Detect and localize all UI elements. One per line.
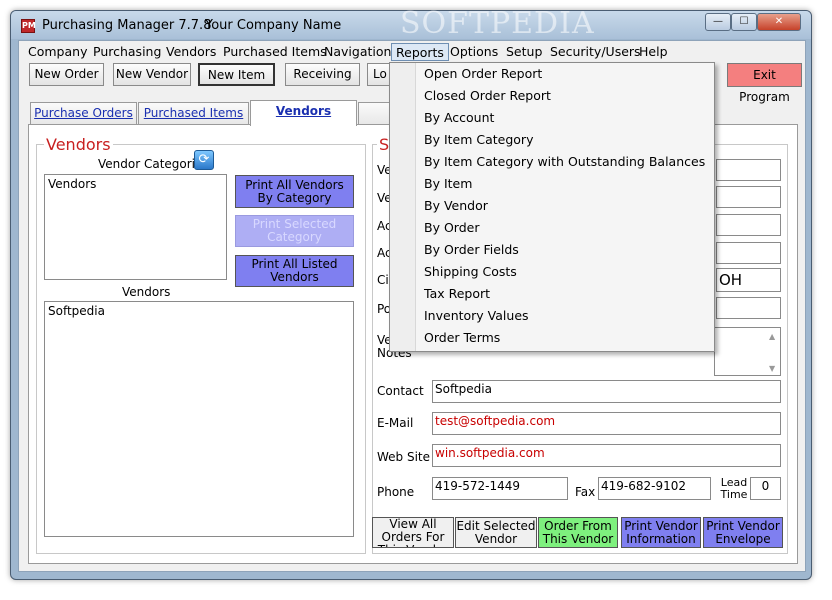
minimize-button[interactable]: — <box>705 13 731 31</box>
menu-security-users[interactable]: Security/Users <box>546 43 645 61</box>
menu-company[interactable]: Company <box>24 43 91 61</box>
vendor-name-field[interactable] <box>716 159 781 181</box>
phone-field[interactable]: 419-572-1449 <box>432 477 568 500</box>
scroll-down-icon[interactable]: ▼ <box>769 364 775 373</box>
refresh-icon[interactable]: ⟳ <box>194 150 214 170</box>
vendors-list[interactable]: Softpedia <box>44 301 354 537</box>
receiving-button[interactable]: Receiving <box>285 63 360 86</box>
website-field[interactable]: win.softpedia.com <box>432 444 781 467</box>
postal-code-field[interactable] <box>716 297 781 319</box>
menu-item-by-item-category[interactable]: By Item Category <box>424 130 533 150</box>
print-selected-category-button[interactable]: Print Selected Category <box>235 215 354 247</box>
vendor-categories-list[interactable]: Vendors <box>44 174 227 280</box>
print-all-listed-vendors-button[interactable]: Print All Listed Vendors <box>235 255 354 287</box>
website-label: Web Site <box>377 450 431 464</box>
vendor-categories-label: Vendor Categories <box>98 157 209 171</box>
vendors-group-title: Vendors <box>44 135 113 154</box>
menu-options[interactable]: Options <box>446 43 502 61</box>
print-vendor-information-button[interactable]: Print Vendor Information <box>621 517 701 548</box>
menu-item-closed-order-report[interactable]: Closed Order Report <box>424 86 551 106</box>
app-icon: PM <box>21 19 36 33</box>
tab-purchased-items[interactable]: Purchased Items <box>138 102 249 124</box>
lead-time-label: Lead Time <box>720 476 748 501</box>
tab-vendors[interactable]: Vendors <box>250 100 357 126</box>
close-button[interactable]: ✕ <box>757 13 801 31</box>
print-all-vendors-by-category-button[interactable]: Print All Vendors By Category <box>235 175 354 208</box>
phone-label: Phone <box>377 485 415 499</box>
fax-label: Fax <box>575 485 596 499</box>
menu-item-by-order-fields[interactable]: By Order Fields <box>424 240 519 260</box>
scroll-up-icon[interactable]: ▲ <box>769 332 775 341</box>
menu-purchasing[interactable]: Purchasing <box>89 43 165 61</box>
tab-hidden[interactable] <box>358 102 390 124</box>
menu-item-inventory-values[interactable]: Inventory Values <box>424 306 529 326</box>
print-vendor-envelope-button[interactable]: Print Vendor Envelope <box>703 517 783 548</box>
menu-item-by-account[interactable]: By Account <box>424 108 494 128</box>
menu-icon-gutter <box>390 63 416 351</box>
window-title: Purchasing Manager 7.7.8 <box>42 18 212 33</box>
email-label: E-Mail <box>377 416 414 430</box>
company-name: Your Company Name <box>205 18 342 33</box>
edit-selected-vendor-button[interactable]: Edit Selected Vendor <box>455 517 537 548</box>
view-all-orders-button[interactable]: View All Orders For This Vendor <box>372 517 454 548</box>
vendors-list-label: Vendors <box>122 285 171 299</box>
contact-field[interactable]: Softpedia <box>432 380 781 403</box>
menu-item-shipping-costs[interactable]: Shipping Costs <box>424 262 517 282</box>
partial-toolbar-button[interactable]: Lo <box>367 63 391 86</box>
new-order-button[interactable]: New Order <box>29 63 104 86</box>
watermark: SOFTPEDIA <box>400 6 595 41</box>
menu-item-by-item[interactable]: By Item <box>424 174 472 194</box>
contact-label: Contact <box>377 384 424 398</box>
menu-item-order-terms[interactable]: Order Terms <box>424 328 500 348</box>
state-field[interactable]: OH <box>716 268 781 292</box>
vendor-number-field[interactable] <box>716 186 781 208</box>
menu-vendors[interactable]: Vendors <box>162 43 220 61</box>
menu-setup[interactable]: Setup <box>502 43 546 61</box>
menu-navigation[interactable]: Navigation <box>320 43 395 61</box>
list-item[interactable]: Softpedia <box>48 304 350 318</box>
new-item-button[interactable]: New Item <box>198 63 275 86</box>
lead-time-field[interactable]: 0 <box>750 477 781 500</box>
menu-item-open-order-report[interactable]: Open Order Report <box>424 64 542 84</box>
menu-reports[interactable]: Reports <box>391 43 449 61</box>
tab-purchase-orders[interactable]: Purchase Orders <box>30 102 137 124</box>
menu-help[interactable]: Help <box>635 43 672 61</box>
address-2-field[interactable] <box>716 242 781 264</box>
email-field[interactable]: test@softpedia.com <box>432 412 781 435</box>
maximize-button[interactable]: ☐ <box>731 13 757 31</box>
menu-item-tax-report[interactable]: Tax Report <box>424 284 490 304</box>
menu-item-by-vendor[interactable]: By Vendor <box>424 196 488 216</box>
menu-purchased-items[interactable]: Purchased Items <box>219 43 331 61</box>
exit-program-button[interactable]: Exit Program <box>727 63 802 104</box>
new-vendor-button[interactable]: New Vendor <box>113 63 191 86</box>
order-from-vendor-button[interactable]: Order From This Vendor <box>538 517 618 548</box>
menu-item-by-item-category-outstanding[interactable]: By Item Category with Outstanding Balanc… <box>424 152 705 172</box>
fax-field[interactable]: 419-682-9102 <box>598 477 711 500</box>
list-item[interactable]: Vendors <box>48 177 223 191</box>
address-field[interactable] <box>716 214 781 236</box>
menu-item-by-order[interactable]: By Order <box>424 218 479 238</box>
